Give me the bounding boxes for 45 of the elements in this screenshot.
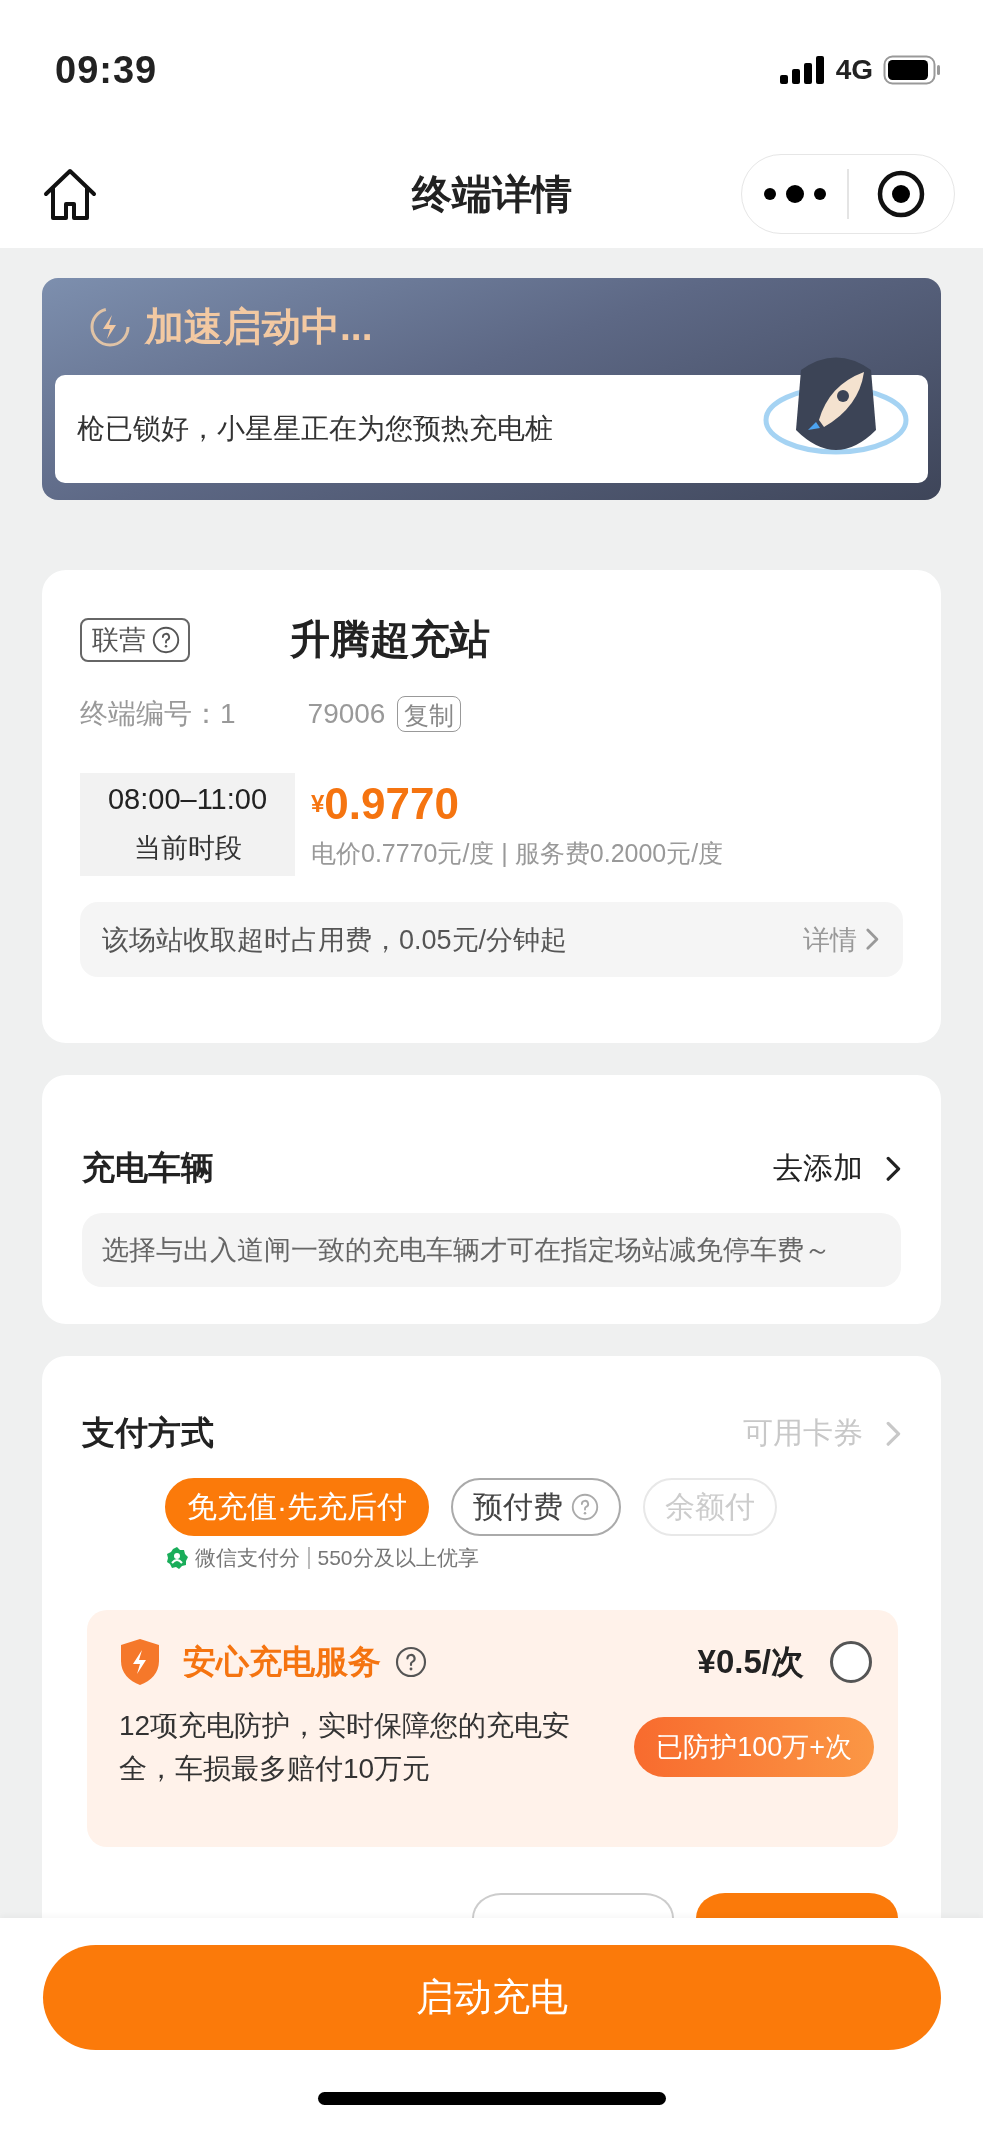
add-vehicle-link[interactable]: 去添加 (773, 1148, 901, 1189)
terminal-label: 终端编号：1 (80, 697, 236, 731)
banner-message: 枪已锁好，小星星正在为您预热充电桩 (55, 375, 928, 483)
price-amount: 0.9770 (324, 779, 459, 829)
chevron-right-icon (885, 1420, 901, 1447)
home-icon[interactable] (42, 167, 98, 221)
credit-name: 微信支付分 (195, 1545, 300, 1571)
payment-option[interactable]: 免充值·先充后付 (165, 1478, 429, 1536)
service-price: ¥0.5/次 (697, 1641, 804, 1682)
battery-icon (883, 55, 941, 85)
settlement-option[interactable] (696, 1893, 898, 1918)
shield-lightning-icon (119, 1638, 161, 1686)
service-radio[interactable] (830, 1641, 872, 1683)
section-title: 支付方式 (82, 1413, 214, 1453)
chevron-right-icon (885, 1155, 901, 1182)
vehicle-hint: 选择与出入道闸一致的充电车辆才可在指定场站减免停车费～ (82, 1213, 901, 1287)
protection-count-badge: 已防护100万+次 (634, 1717, 874, 1777)
tag-label: 联营 (92, 623, 146, 657)
terminal-number: 79006 (307, 698, 386, 730)
badge-icon (165, 1546, 189, 1570)
help-icon[interactable] (395, 1646, 427, 1678)
copy-button[interactable]: 复制 (397, 696, 462, 732)
period-time: 08:00–11:00 (107, 783, 268, 816)
details-link[interactable]: 详情 (803, 921, 879, 958)
notice-text: 该场站收取超时占用费，0.05元/分钟起 (102, 923, 568, 957)
banner-title: 加速启动中... (145, 303, 373, 350)
start-charging-button[interactable]: 启动充电 (42, 1945, 941, 2050)
service-description: 12项充电防护，实时保障您的充电安全，车损最多赔付10万元 (119, 1709, 572, 1786)
network-label: 4G (835, 54, 873, 86)
service-title: 安心充电服务 (183, 1641, 381, 1682)
status-time: 09:39 (55, 48, 158, 92)
period-label: 当前时段 (133, 832, 242, 865)
help-icon[interactable] (152, 625, 180, 654)
chevron-right-icon (865, 928, 879, 951)
credit-note: 550分及以上优享 (317, 1545, 479, 1571)
lightning-ring-icon (89, 305, 131, 348)
section-title: 充电车辆 (82, 1148, 214, 1188)
more-icon[interactable] (761, 183, 828, 205)
payment-option[interactable]: 预付费 (451, 1478, 621, 1536)
close-target-icon[interactable] (876, 169, 927, 219)
station-name: 升腾超充站 (290, 616, 490, 663)
signal-icon (779, 56, 826, 84)
page-title: 终端详情 (410, 170, 573, 218)
currency-symbol: ¥ (311, 790, 325, 817)
price-detail: 电价0.7770元/度 | 服务费0.2000元/度 (311, 838, 724, 869)
